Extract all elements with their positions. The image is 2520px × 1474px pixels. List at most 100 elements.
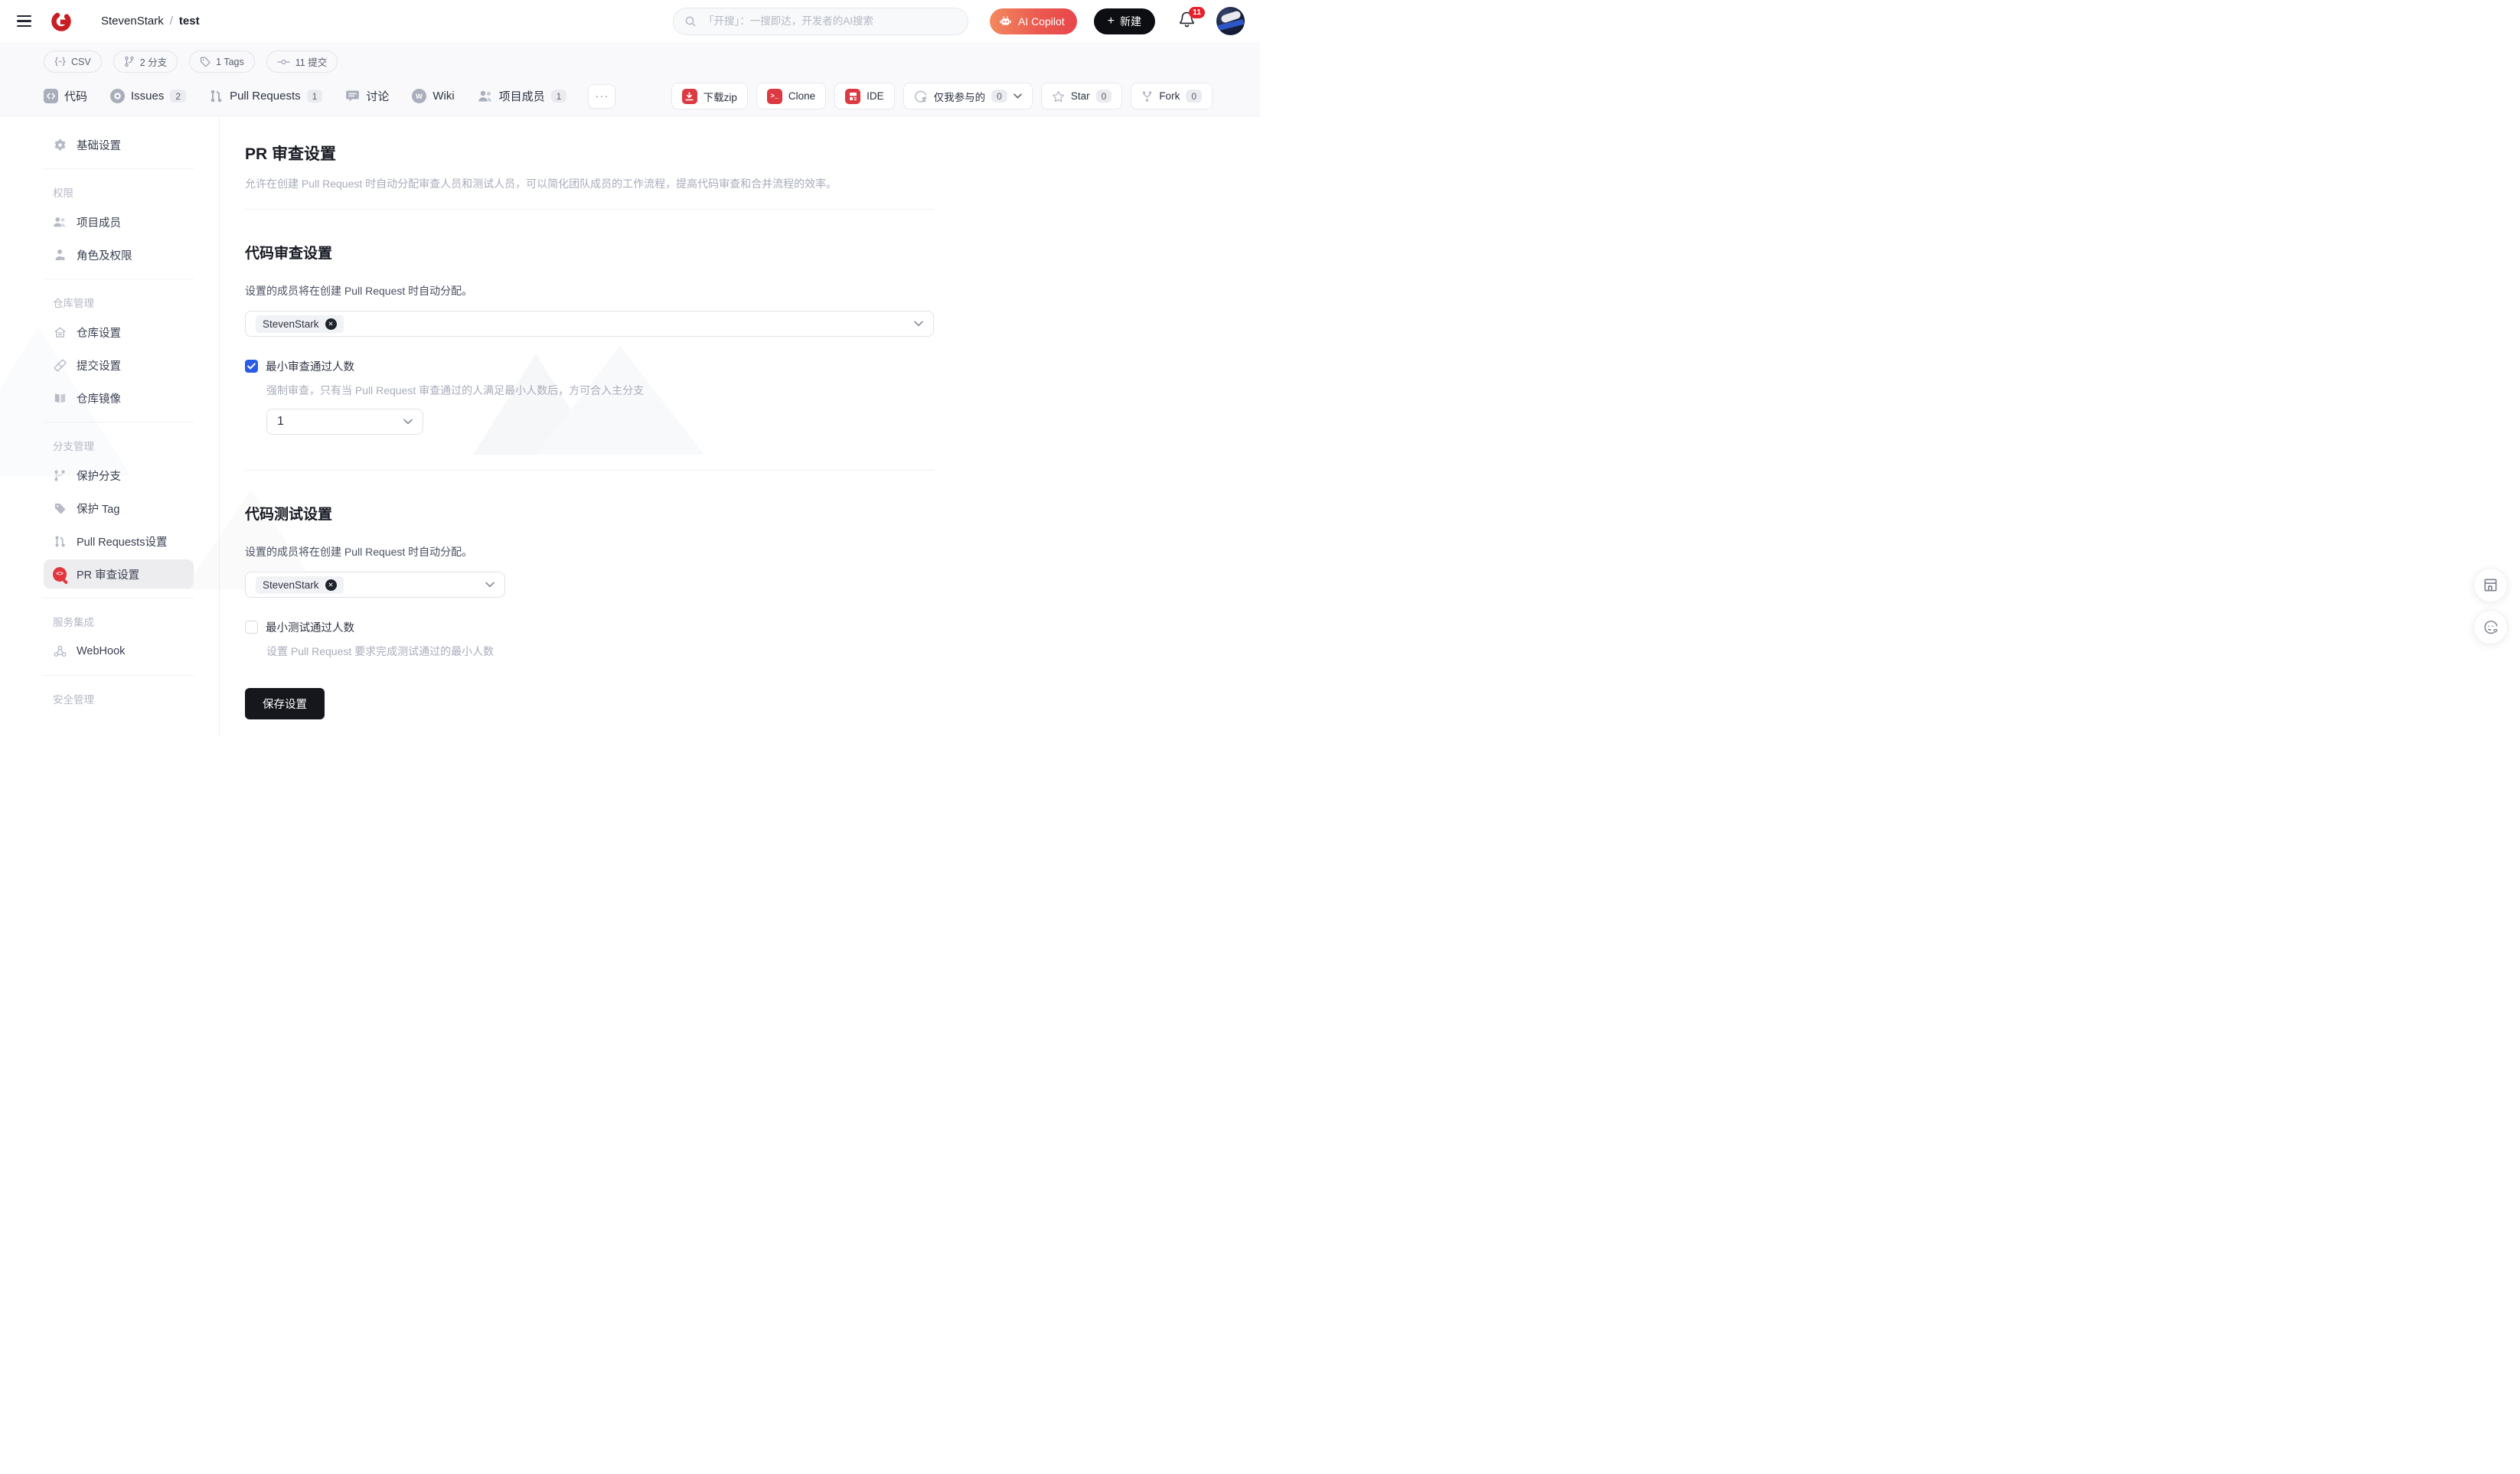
breadcrumb-owner[interactable]: StevenStark (101, 15, 164, 28)
tester-select[interactable]: StevenStark ✕ (245, 572, 505, 598)
person-role-icon (53, 248, 67, 262)
tag-icon (200, 57, 211, 67)
reviewer-chip: StevenStark ✕ (256, 315, 344, 333)
min-review-count-value: 1 (277, 415, 284, 428)
sidebar-item-label: PR 审查设置 (77, 569, 140, 582)
protected-tag-icon (53, 501, 67, 515)
stat-branches[interactable]: 2 分支 (113, 51, 178, 73)
code-language-icon (54, 57, 66, 67)
page-description: 允许在创建 Pull Request 时自动分配审查人员和测试人员，可以简化团队… (245, 178, 837, 190)
notification-bell[interactable]: 11 (1178, 6, 1206, 33)
stat-tags[interactable]: 1 Tags (189, 51, 255, 73)
sidebar-item-roles[interactable]: 角色及权限 (44, 240, 194, 269)
sidebar-item-label: WebHook (77, 645, 126, 657)
tab-code-label: 代码 (64, 90, 88, 103)
sidebar-item-label: 保护 Tag (77, 503, 120, 516)
ide-button[interactable]: IDE (834, 83, 895, 109)
chevron-down-icon (1014, 93, 1022, 99)
commit-icon (277, 57, 290, 67)
download-zip-button[interactable]: 下载zip (671, 83, 748, 109)
min-review-checkbox-label[interactable]: 最小审查通过人数 (266, 358, 354, 374)
tab-wiki[interactable]: W Wiki (412, 89, 455, 103)
content-area: 基础设置 权限 项目成员 角色及权限 仓库管理 仓库设置 提交设置 仓库镜像 分… (0, 116, 1260, 737)
min-test-checkbox-row: 最小测试通过人数 (245, 619, 1260, 635)
smiley-heart-icon (2482, 619, 2499, 636)
tab-members[interactable]: 项目成员 1 (478, 88, 567, 104)
code-review-heading: 代码审查设置 (245, 246, 333, 262)
chat-bubble-icon (345, 89, 360, 103)
more-tabs-button[interactable]: ··· (588, 83, 616, 109)
clone-button[interactable]: >_ Clone (756, 83, 827, 109)
sidebar-item-members[interactable]: 项目成员 (44, 207, 194, 236)
sidebar-item-protected-branches[interactable]: 保护分支 (44, 461, 194, 490)
sidebar-item-label: 仓库镜像 (77, 393, 121, 406)
sidebar-item-webhook[interactable]: WebHook (44, 637, 194, 666)
min-test-checkbox-label[interactable]: 最小测试通过人数 (266, 619, 354, 635)
tab-pull-requests[interactable]: Pull Requests 1 (209, 89, 323, 103)
save-settings-button[interactable]: 保存设置 (245, 688, 325, 719)
sidebar-item-pr-settings[interactable]: Pull Requests设置 (44, 527, 194, 556)
gear-icon (53, 138, 67, 152)
tab-code[interactable]: 代码 (44, 88, 87, 104)
search-input[interactable] (703, 15, 957, 27)
issues-icon (110, 89, 126, 103)
branch-icon (124, 56, 135, 67)
webhook-icon (53, 644, 67, 658)
storefront-icon (2482, 577, 2499, 593)
repo-tabs: 代码 Issues 2 Pull Requests 1 讨论 W Wiki 项目… (44, 88, 567, 104)
remove-tester-icon[interactable]: ✕ (325, 579, 337, 591)
tab-issues-label: Issues (131, 90, 165, 103)
sidebar-item-pr-review-settings[interactable]: <> PR 审查设置 (44, 559, 194, 589)
min-review-count-select[interactable]: 1 (266, 409, 423, 435)
sidebar-group-branches: 分支管理 保护分支 保护 Tag Pull Requests设置 <> PR 审… (44, 422, 194, 598)
sidebar-item-basic-settings[interactable]: 基础设置 (44, 130, 194, 159)
search-bar[interactable] (672, 7, 968, 35)
star-button[interactable]: Star 0 (1040, 83, 1123, 109)
wiki-icon: W (412, 89, 427, 103)
terminal-icon: >_ (766, 88, 782, 104)
clone-label: Clone (788, 90, 816, 102)
divider (245, 470, 934, 471)
mini-app-fab[interactable] (2473, 568, 2508, 602)
star-count-badge: 0 (1095, 90, 1112, 103)
code-icon (44, 89, 58, 103)
watch-count-badge: 0 (991, 90, 1007, 103)
members-icon (478, 90, 493, 103)
watch-button[interactable]: 仅我参与的 0 (903, 83, 1033, 109)
stat-commits[interactable]: 11 提交 (266, 51, 338, 73)
reviewer-select[interactable]: StevenStark ✕ (245, 311, 934, 337)
stat-language[interactable]: CSV (44, 51, 102, 73)
pull-request-icon (209, 89, 224, 103)
tab-wiki-label: Wiki (433, 90, 455, 103)
sidebar-item-label: 保护分支 (77, 470, 121, 483)
sidebar-item-commit-settings[interactable]: 提交设置 (44, 351, 194, 380)
ellipsis-icon: ··· (595, 90, 609, 103)
divider (245, 209, 934, 210)
sidebar-section-header: 权限 (53, 188, 73, 199)
sidebar-item-label: 仓库设置 (77, 327, 121, 340)
notification-count-badge: 11 (1189, 6, 1206, 18)
gitee-logo-icon[interactable] (49, 9, 73, 34)
menu-icon[interactable] (17, 11, 37, 31)
remove-reviewer-icon[interactable]: ✕ (325, 318, 337, 330)
sidebar-item-repo-settings[interactable]: 仓库设置 (44, 318, 194, 347)
min-test-helper: 设置 Pull Request 要求完成测试通过的最小人数 (266, 645, 495, 657)
tab-issues[interactable]: Issues 2 (110, 89, 187, 103)
tab-discussion[interactable]: 讨论 (345, 88, 389, 104)
new-button[interactable]: + 新建 (1093, 8, 1155, 34)
stat-commits-label: 11 提交 (295, 57, 328, 68)
sidebar-item-mirror[interactable]: 仓库镜像 (44, 383, 194, 413)
tab-members-label: 项目成员 (498, 90, 545, 103)
ide-label: IDE (867, 90, 884, 102)
breadcrumb-repo[interactable]: test (179, 15, 200, 28)
ai-copilot-button[interactable]: AI Copilot (989, 8, 1077, 34)
min-review-checkbox[interactable] (245, 360, 258, 373)
min-test-checkbox[interactable] (245, 621, 258, 634)
test-assign-hint: 设置的成员将在创建 Pull Request 时自动分配。 (245, 546, 473, 558)
user-avatar[interactable] (1216, 7, 1245, 35)
search-icon (684, 15, 697, 28)
sidebar-item-protected-tags[interactable]: 保护 Tag (44, 494, 194, 523)
fork-button[interactable]: Fork 0 (1131, 83, 1213, 109)
fork-label: Fork (1159, 90, 1180, 102)
feedback-fab[interactable] (2473, 610, 2508, 644)
